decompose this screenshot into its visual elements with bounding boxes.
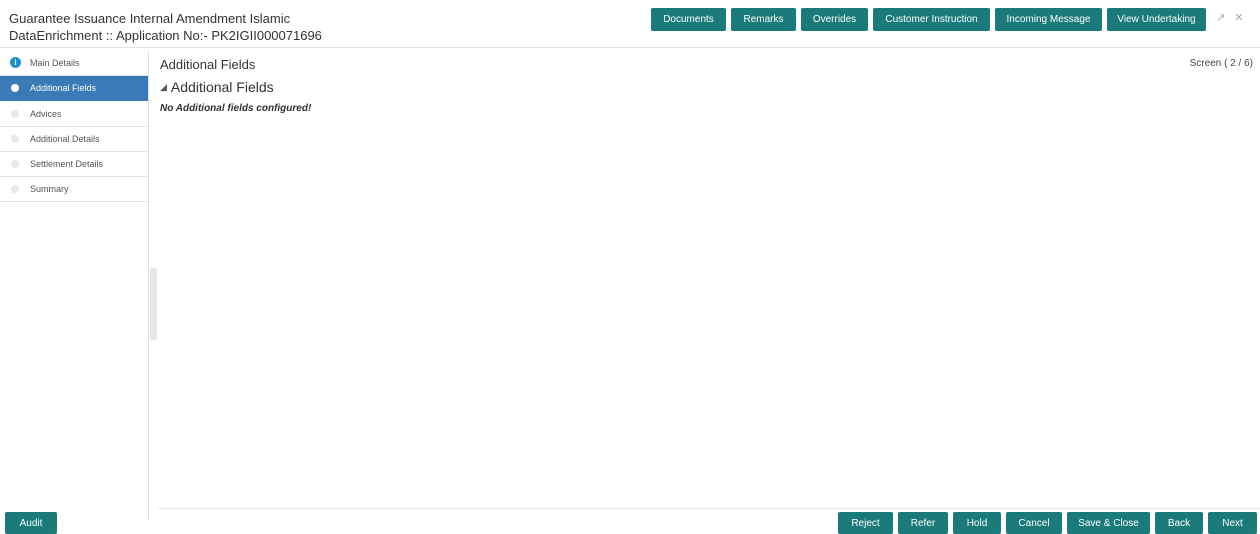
customer-instruction-button[interactable]: Customer Instruction — [873, 8, 990, 31]
sidebar-item-label: Additional Details — [30, 134, 100, 144]
sidebar-item-label: Advices — [30, 109, 62, 119]
sidebar-nav: i Main Details Additional Fields Advices… — [0, 51, 148, 506]
application-number: DataEnrichment :: Application No:- PK2IG… — [9, 28, 322, 43]
sidebar-item-label: Additional Fields — [30, 83, 97, 93]
back-button[interactable]: Back — [1155, 512, 1203, 534]
cancel-button[interactable]: Cancel — [1006, 512, 1062, 534]
sidebar-item-label: Main Details — [30, 58, 80, 68]
sidebar-item-main-details[interactable]: i Main Details — [0, 51, 148, 76]
sidebar-item-summary[interactable]: Summary — [0, 177, 148, 202]
section-title: Additional Fields — [170, 79, 274, 95]
sidebar-item-settlement-details[interactable]: Settlement Details — [0, 152, 148, 177]
section-header[interactable]: ◢ Additional Fields — [160, 79, 274, 95]
panel-resize-handle[interactable] — [150, 268, 157, 340]
remarks-button[interactable]: Remarks — [731, 8, 796, 31]
view-undertaking-button[interactable]: View Undertaking — [1107, 8, 1206, 31]
empty-state-message: No Additional fields configured! — [160, 103, 312, 114]
documents-button[interactable]: Documents — [651, 8, 726, 31]
incoming-message-button[interactable]: Incoming Message — [995, 8, 1102, 31]
screen-indicator: Screen ( 2 / 6) — [1189, 58, 1253, 69]
window-controls: ↗ ✕ — [1216, 11, 1243, 24]
step-pending-icon — [11, 135, 19, 143]
app-header: Guarantee Issuance Internal Amendment Is… — [0, 0, 1260, 48]
sidebar-item-label: Settlement Details — [30, 159, 104, 169]
step-completed-icon: i — [10, 57, 21, 68]
save-close-button[interactable]: Save & Close — [1067, 512, 1150, 534]
reject-button[interactable]: Reject — [838, 512, 893, 534]
page-heading: Guarantee Issuance Internal Amendment Is… — [9, 11, 291, 26]
next-button[interactable]: Next — [1208, 512, 1257, 534]
collapse-triangle-icon: ◢ — [160, 81, 167, 92]
expand-icon[interactable]: ↗ — [1216, 11, 1225, 24]
step-pending-icon — [11, 185, 19, 193]
page-title: Additional Fields — [160, 57, 256, 72]
sidebar-item-additional-fields[interactable]: Additional Fields — [0, 76, 148, 101]
sidebar-item-advices[interactable]: Advices — [0, 102, 148, 127]
footer-divider — [158, 508, 1260, 509]
audit-button[interactable]: Audit — [5, 512, 57, 534]
overrides-button[interactable]: Overrides — [801, 8, 868, 31]
sidebar-divider — [148, 51, 149, 521]
step-active-icon — [11, 84, 19, 92]
close-icon[interactable]: ✕ — [1234, 11, 1243, 24]
hold-button[interactable]: Hold — [953, 512, 1001, 534]
step-pending-icon — [11, 160, 19, 168]
step-pending-icon — [11, 110, 19, 118]
refer-button[interactable]: Refer — [898, 512, 948, 534]
sidebar-item-label: Summary — [30, 184, 69, 194]
sidebar-item-additional-details[interactable]: Additional Details — [0, 127, 148, 152]
